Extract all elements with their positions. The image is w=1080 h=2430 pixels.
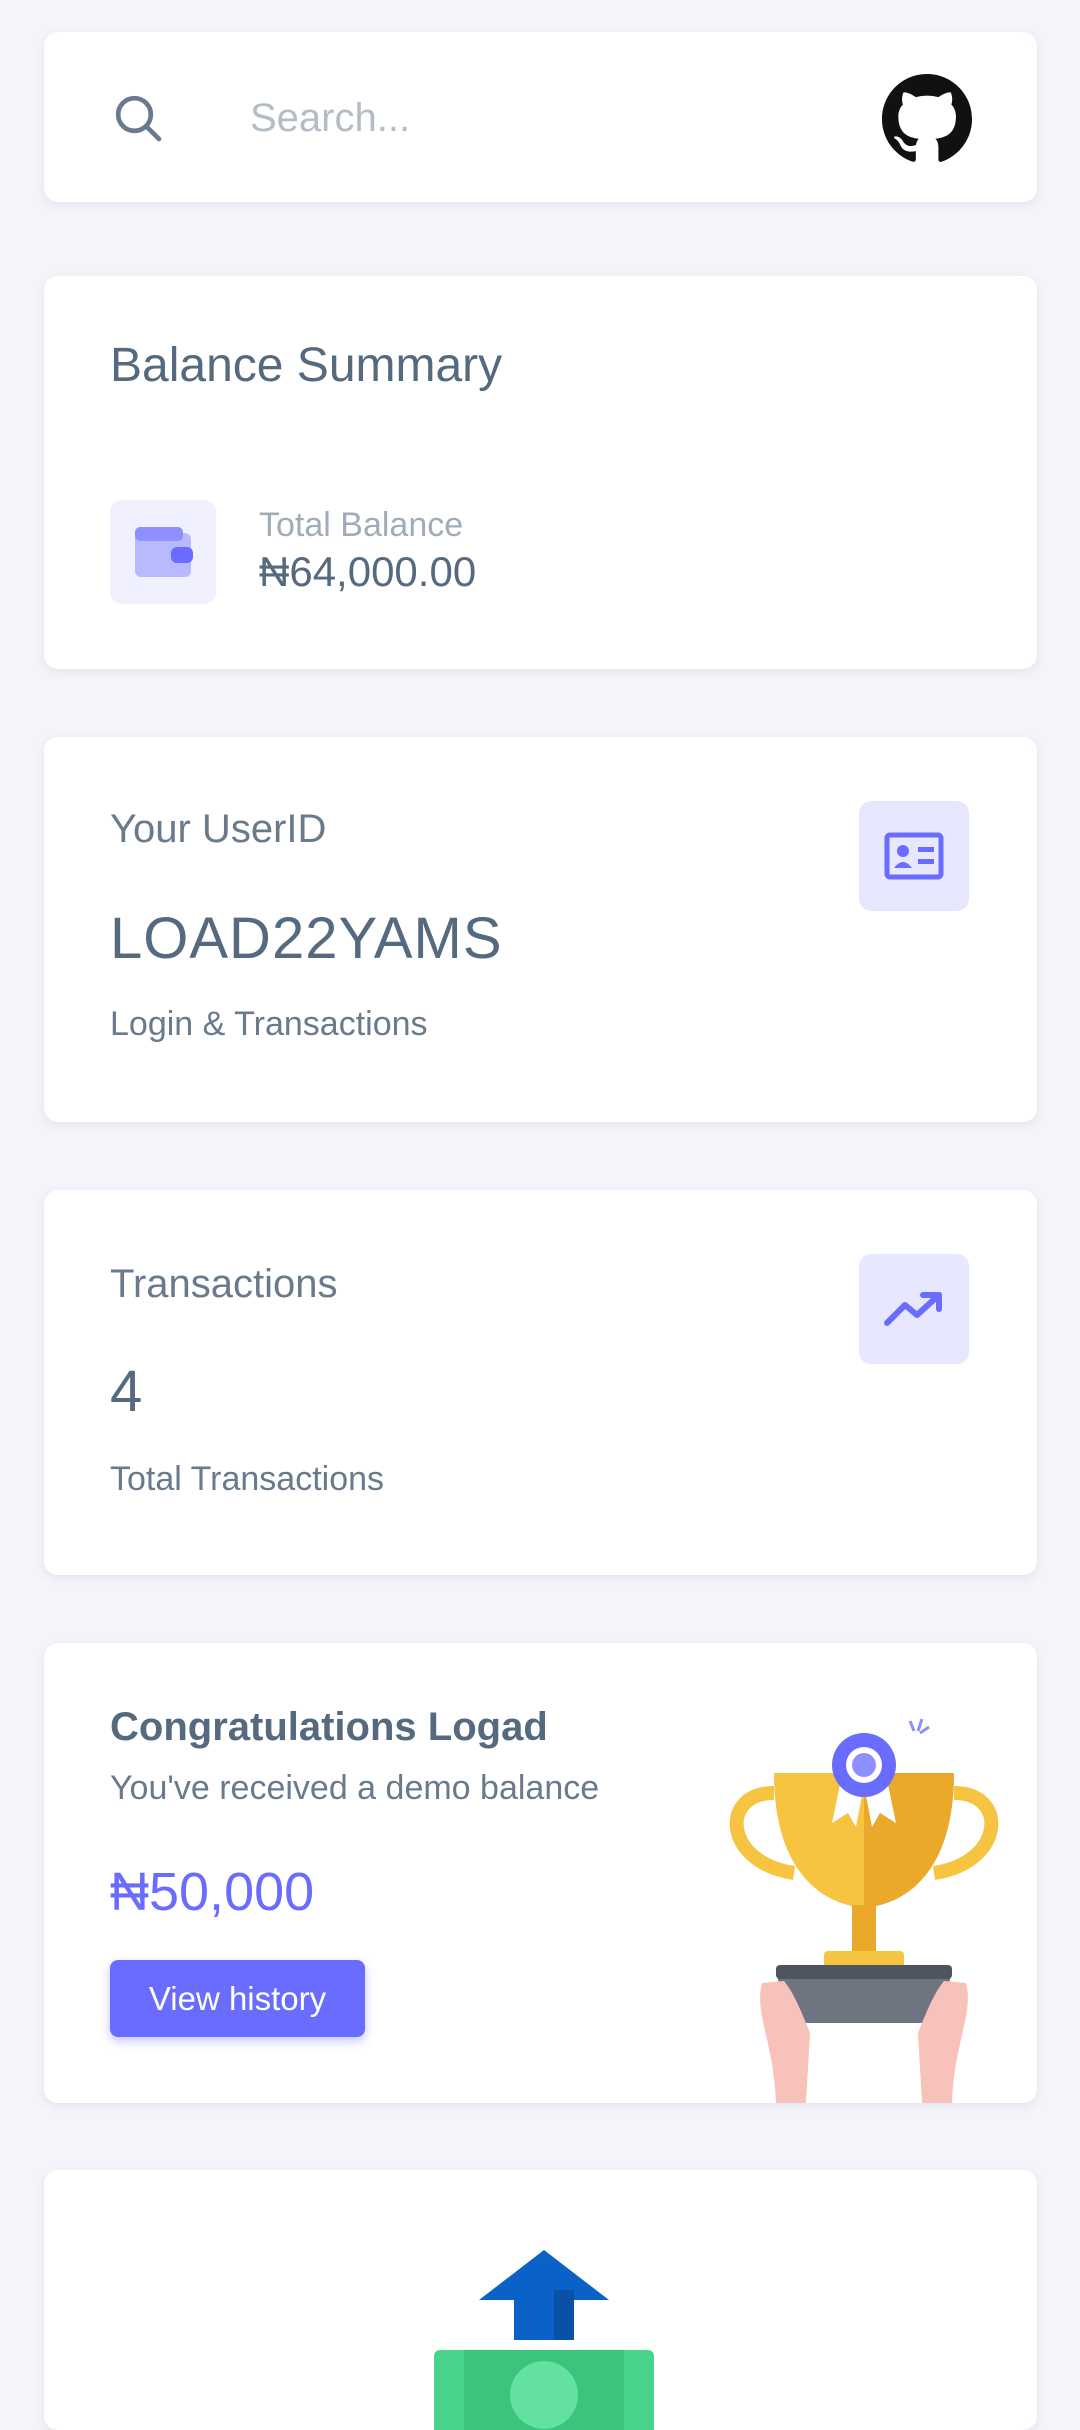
search-input[interactable] (204, 68, 774, 168)
demo-balance-amount: ₦50,000 (110, 1862, 315, 1922)
id-card-icon (884, 832, 944, 880)
search-bar (44, 32, 1037, 202)
congratulations-card: Congratulations Logad You've received a … (44, 1643, 1037, 2103)
transactions-count: 4 (110, 1359, 143, 1424)
user-id-subtitle: Login & Transactions (110, 1005, 428, 1043)
wallet-icon-box (110, 500, 216, 604)
github-icon[interactable] (880, 72, 974, 166)
congratulations-title: Congratulations Logad (110, 1705, 548, 1749)
user-id-value: LOAD22YAMS (110, 906, 503, 971)
upload-money-card (44, 2170, 1037, 2430)
money-upload-icon (434, 2250, 654, 2430)
transactions-label: Transactions (110, 1262, 338, 1306)
wallet-icon (135, 527, 193, 577)
trending-up-icon (884, 1292, 942, 1326)
balance-summary-title: Balance Summary (110, 339, 503, 392)
transactions-card: Transactions 4 Total Transactions (44, 1190, 1037, 1575)
balance-summary-card: Balance Summary Total Balance ₦64,000.00 (44, 276, 1037, 669)
trending-up-icon-box (859, 1254, 969, 1364)
user-id-label: Your UserID (110, 807, 327, 851)
search-icon[interactable] (110, 90, 166, 146)
transactions-subtitle: Total Transactions (110, 1460, 385, 1498)
view-history-button[interactable]: View history (110, 1960, 365, 2037)
user-id-card: Your UserID LOAD22YAMS Login & Transacti… (44, 737, 1037, 1122)
congratulations-subtitle: You've received a demo balance (110, 1769, 600, 1807)
total-balance-label: Total Balance (259, 506, 464, 544)
trophy-icon (729, 1718, 999, 2103)
id-card-icon-box (859, 801, 969, 911)
total-balance-value: ₦64,000.00 (259, 548, 477, 595)
